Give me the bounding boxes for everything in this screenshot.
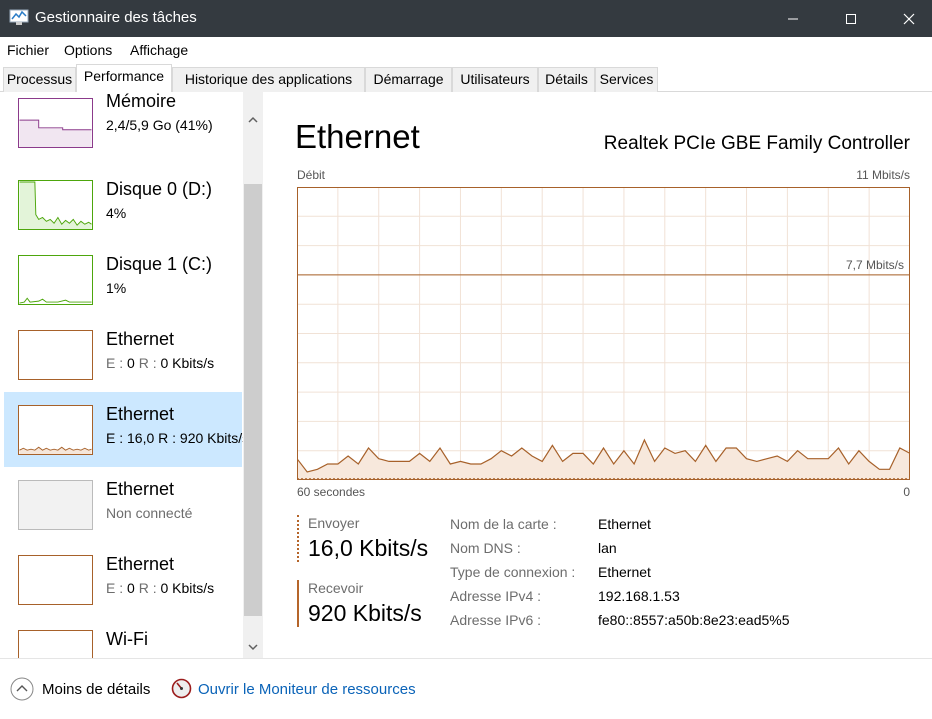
send-label: Envoyer [308,515,360,531]
resource-monitor-icon [171,678,192,699]
less-details-link[interactable]: Moins de détails [42,681,150,698]
detail-panel: Ethernet Realtek PCIe GBE Family Control… [263,92,932,658]
menu-fichier[interactable]: Fichier [7,42,49,58]
sidebar-item-label: Ethernet [106,329,175,349]
sidebar-item-label: Disque 1 (C:) [106,254,213,274]
tab-processus[interactable]: Processus [3,67,76,92]
menu-bar: Fichier Options Affichage [0,37,932,63]
zero-label: 0 [903,485,910,499]
prop-val-dns: lan [598,540,617,556]
sidebar-item-ethernet-4[interactable]: Ethernet E : 0 R : 0 Kbits/s [4,542,242,617]
sidebar-item-ethernet-3[interactable]: Ethernet Non connecté [4,467,242,542]
prop-val-adapter-name: Ethernet [598,516,651,532]
close-icon [903,13,915,24]
collapse-chevron-icon[interactable] [10,677,34,701]
prop-key-connection-type: Type de connexion : [450,564,576,580]
prop-key-adapter-name: Nom de la carte : [450,516,557,532]
scroll-down-icon[interactable] [247,641,259,653]
sidebar-item-label: Ethernet [106,554,175,574]
task-manager-icon [9,9,29,25]
page-title: Ethernet [295,118,420,155]
prop-val-ipv6: fe80::8557:a50b:8e23:ead5%5 [598,612,790,628]
ethernet-4-thumbnail [18,555,93,605]
receive-stat: Recevoir 920 Kbits/s [297,580,422,627]
tab-details[interactable]: Détails [538,67,595,92]
memory-thumbnail [18,98,93,148]
sidebar-item-value: 4% [106,205,127,221]
prop-key-ipv6: Adresse IPv6 : [450,612,542,628]
receive-area [297,440,910,480]
ethernet-3-thumbnail [18,480,93,530]
sidebar-item-value: E : 0 R : 0 Kbits/s [106,580,215,596]
scroll-thumb[interactable] [244,184,262,616]
sidebar-item-memoire[interactable]: Mémoire 2,4/5,9 Go (41%) [4,92,242,152]
tab-services[interactable]: Services [595,67,658,92]
sidebar-item-ethernet-1[interactable]: Ethernet E : 0 R : 0 Kbits/s [4,317,242,392]
ethernet-1-thumbnail [18,330,93,380]
adapter-name: Realtek PCIe GBE Family Controller [603,133,910,154]
tab-bar: Processus Performance Historique des app… [0,63,932,93]
prop-key-dns: Nom DNS : [450,540,521,556]
scroll-up-icon[interactable] [247,114,259,126]
receive-value: 920 Kbits/s [308,600,422,626]
sidebar-item-label: Mémoire [106,92,177,111]
sidebar-scrollbar[interactable] [243,92,263,658]
tab-utilisateurs[interactable]: Utilisateurs [452,67,538,92]
resource-list: Mémoire 2,4/5,9 Go (41%) Disque 0 (D:) 4… [0,92,263,658]
maximize-button[interactable] [828,0,874,37]
time-range-label: 60 secondes [297,485,366,499]
disk-0-thumbnail [18,180,93,230]
receive-label: Recevoir [308,580,364,596]
reference-line-label: 7,7 Mbits/s [846,258,904,272]
sidebar-item-value: E : 0 R : 0 Kbits/s [106,355,215,371]
sidebar-item-label: Ethernet [106,404,175,424]
throughput-label: Débit [297,168,326,182]
max-scale-label: 11 Mbits/s [856,168,910,182]
maximize-icon [846,13,856,24]
sidebar-item-disque-0[interactable]: Disque 0 (D:) 4% [4,167,242,242]
prop-val-connection-type: Ethernet [598,564,651,580]
sidebar-item-value: 1% [106,280,127,296]
throughput-chart: 7,7 Mbits/s [297,187,910,480]
close-button[interactable] [886,0,932,37]
sidebar-item-label: Ethernet [106,479,175,499]
sidebar-item-label: Wi-Fi [106,629,148,649]
tab-performance[interactable]: Performance [76,64,172,93]
minimize-button[interactable] [770,0,816,37]
send-value: 16,0 Kbits/s [308,535,429,561]
sidebar-item-wifi[interactable]: Wi-Fi [4,617,242,658]
prop-key-ipv4: Adresse IPv4 : [450,588,542,604]
tab-historique[interactable]: Historique des applications [172,67,365,92]
sidebar-item-value: 2,4/5,9 Go (41%) [106,117,213,133]
minimize-icon [788,18,798,19]
sidebar-item-ethernet-2[interactable]: Ethernet E : 16,0 R : 920 Kbits/s [4,392,249,467]
prop-val-ipv4: 192.168.1.53 [598,588,680,604]
window-title: Gestionnaire des tâches [35,9,197,26]
tab-demarrage[interactable]: Démarrage [365,67,452,92]
sidebar-item-label: Disque 0 (D:) [106,179,213,199]
wifi-thumbnail [18,630,93,658]
sidebar-item-disque-1[interactable]: Disque 1 (C:) 1% [4,242,242,317]
sidebar-item-value: Non connecté [106,505,193,521]
chart-grid [297,187,910,480]
ethernet-2-thumbnail [18,405,93,455]
title-bar: Gestionnaire des tâches [0,0,932,37]
menu-affichage[interactable]: Affichage [130,42,188,58]
send-stat: Envoyer 16,0 Kbits/s [297,515,428,562]
sidebar-item-value: E : 16,0 R : 920 Kbits/s [106,430,250,446]
open-resource-monitor-link[interactable]: Ouvrir le Moniteur de ressources [198,681,416,698]
footer: Moins de détails Ouvrir le Moniteur de r… [0,658,932,719]
menu-options[interactable]: Options [64,42,112,58]
disk-1-thumbnail [18,255,93,305]
